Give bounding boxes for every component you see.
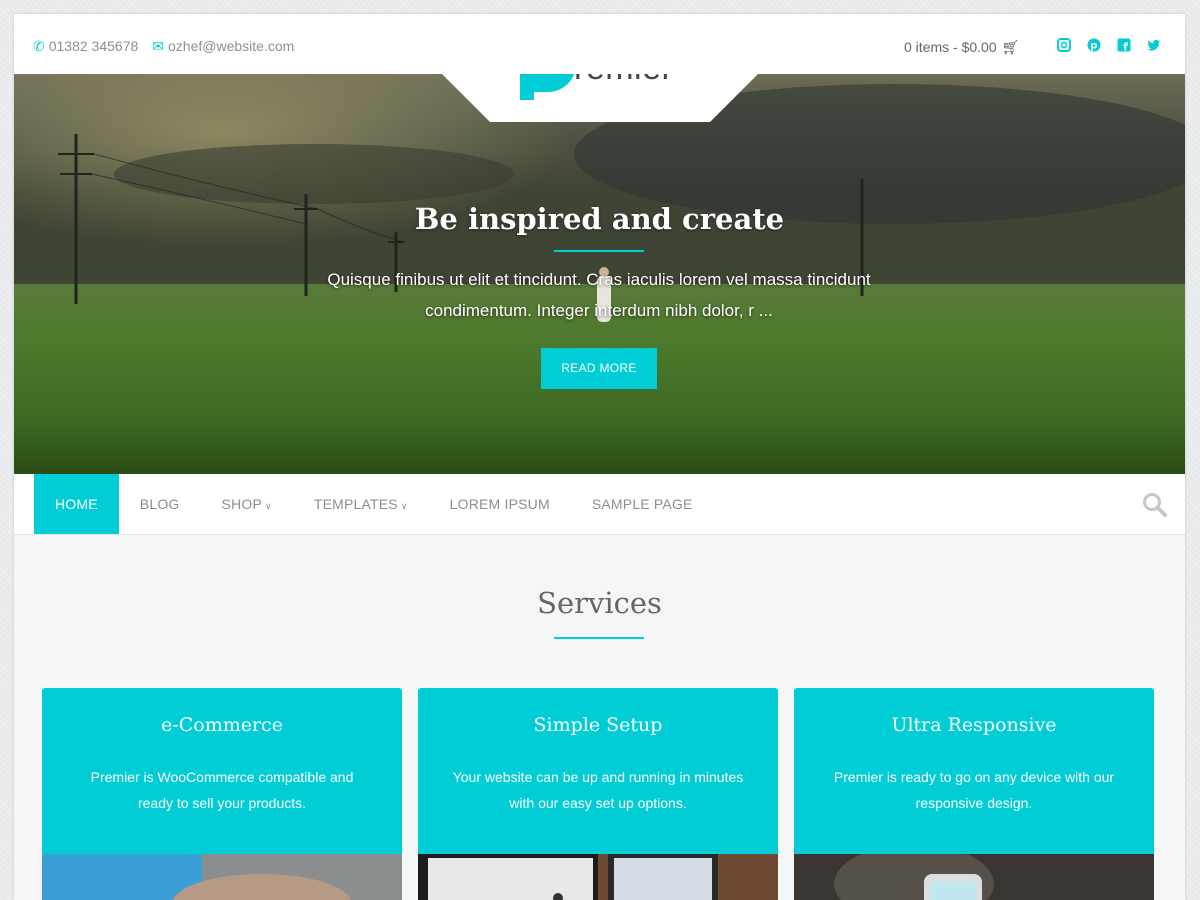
hero-divider	[554, 250, 644, 252]
email-contact[interactable]: ✉ ozhef@website.com	[152, 38, 294, 55]
search-icon[interactable]	[1142, 492, 1168, 518]
social-links: p f	[1057, 38, 1161, 52]
phone-icon: ✆	[33, 38, 45, 54]
envelope-icon: ✉	[152, 38, 165, 54]
logo-text: remier	[574, 74, 673, 88]
logo-p-icon	[520, 74, 575, 100]
service-card-image	[794, 854, 1154, 900]
hero-text: Quisque finibus ut elit et tincidunt. Cr…	[327, 270, 871, 320]
service-card-image	[418, 854, 778, 900]
nav-item-shop[interactable]: SHOP ∨	[201, 474, 293, 534]
read-more-button[interactable]: READ MORE	[541, 348, 657, 389]
services-heading: Services	[537, 586, 662, 620]
hero-title: Be inspired and create	[414, 202, 785, 236]
service-card-ecommerce[interactable]: e-Commerce Premier is WooCommerce compat…	[42, 688, 402, 900]
site-logo[interactable]: remier	[520, 74, 673, 100]
chevron-down-icon: ∨	[400, 501, 408, 511]
nav-item-label: SHOP	[221, 496, 263, 512]
twitter-icon[interactable]	[1147, 38, 1161, 52]
phone-number: 01382 345678	[48, 38, 139, 54]
instagram-icon[interactable]	[1057, 38, 1071, 52]
service-card-simple-setup[interactable]: Simple Setup Your website can be up and …	[418, 688, 778, 900]
nav-item-sample-page[interactable]: SAMPLE PAGE	[571, 474, 714, 534]
nav-item-home[interactable]: HOME	[34, 474, 119, 534]
service-card-text: Your website can be up and running in mi…	[452, 769, 744, 811]
nav-item-templates[interactable]: TEMPLATES ∨	[293, 474, 429, 534]
service-card-title: e-Commerce	[161, 714, 283, 736]
nav-item-label: BLOG	[139, 496, 180, 512]
svg-text:p: p	[1090, 41, 1097, 52]
nav-item-label: HOME	[55, 496, 98, 512]
service-card-title: Simple Setup	[533, 714, 663, 736]
service-card-title: Ultra Responsive	[891, 714, 1057, 736]
nav-item-label: LOREM IPSUM	[449, 496, 550, 512]
services-divider	[554, 637, 644, 639]
svg-text:f: f	[1123, 41, 1128, 53]
nav-item-label: TEMPLATES	[313, 496, 398, 512]
top-bar: ✆ 01382 345678 ✉ ozhef@website.com 0 items…	[14, 14, 1185, 74]
email-address: ozhef@website.com	[168, 38, 295, 54]
contact-info: ✆ 01382 345678 ✉ ozhef@website.com	[33, 38, 294, 55]
service-card-image	[42, 854, 402, 900]
phone-contact[interactable]: ✆ 01382 345678	[33, 38, 138, 55]
nav-item-lorem-ipsum[interactable]: LOREM IPSUM	[429, 474, 571, 534]
facebook-icon[interactable]: f	[1117, 38, 1131, 52]
service-card-text: Premier is WooCommerce compatible and re…	[90, 769, 354, 811]
shopping-cart-icon: 🛒︎	[1001, 39, 1020, 55]
service-card-ultra-responsive[interactable]: Ultra Responsive Premier is ready to go …	[794, 688, 1154, 900]
nav-item-blog[interactable]: BLOG	[119, 474, 201, 534]
cart-summary: 0 items - $0.00	[904, 39, 997, 55]
main-nav: HOME BLOG SHOP ∨ TEMPLATES ∨ LOREM IPSUM S…	[14, 474, 1185, 535]
nav-item-label: SAMPLE PAGE	[591, 496, 693, 512]
pinterest-icon[interactable]: p	[1087, 38, 1101, 52]
service-card-text: Premier is ready to go on any device wit…	[833, 769, 1115, 811]
page-frame: ✆ 01382 345678 ✉ ozhef@website.com 0 items…	[14, 14, 1185, 900]
nav-menu: HOME BLOG SHOP ∨ TEMPLATES ∨ LOREM IPSUM S…	[34, 474, 714, 534]
hero-banner: remier Be inspired and create Quisque fi…	[14, 74, 1185, 474]
chevron-down-icon: ∨	[265, 501, 272, 511]
cart-link[interactable]: 0 items - $0.00 🛒︎	[904, 39, 1019, 56]
